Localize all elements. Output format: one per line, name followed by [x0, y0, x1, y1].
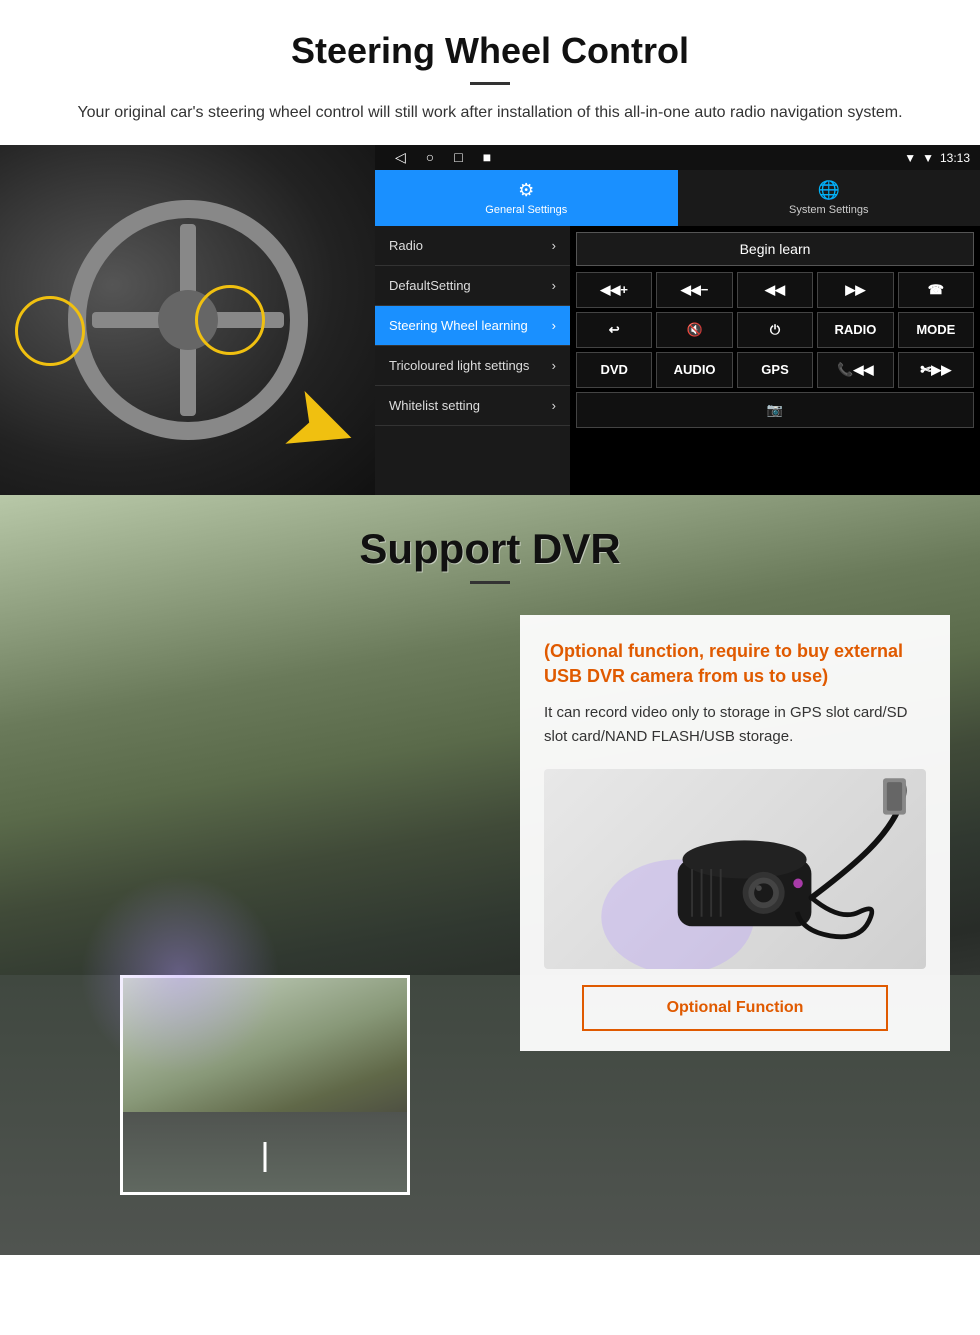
- ctrl-row-4: 📷: [576, 392, 974, 428]
- menu-item-steering-learning[interactable]: Steering Wheel learning ›: [375, 306, 570, 346]
- dvr-product-image: [544, 769, 926, 969]
- ctrl-vol-up[interactable]: ◀◀+: [576, 272, 652, 308]
- menu-default-chevron-icon: ›: [552, 278, 556, 293]
- android-control-area: Begin learn ◀◀+ ◀◀− ◀◀ ▶▶ ☎ ↩ 🔇 ⏻ RADIO: [570, 226, 980, 495]
- dvr-camera-svg: [544, 769, 926, 969]
- tab-system-settings[interactable]: 🌐 System Settings: [678, 170, 980, 226]
- menu-tricolour-label: Tricoloured light settings: [389, 358, 529, 373]
- ctrl-audio[interactable]: AUDIO: [656, 352, 732, 388]
- ctrl-prev[interactable]: ◀◀: [737, 272, 813, 308]
- tab-general-label: General Settings: [485, 204, 567, 216]
- ctrl-phone-prev[interactable]: 📞◀◀: [817, 352, 893, 388]
- sw-highlight-left: [15, 296, 85, 366]
- dvr-info-description: It can record video only to storage in G…: [544, 701, 926, 749]
- steering-wheel: [68, 200, 308, 440]
- menu-steering-chevron-icon: ›: [552, 318, 556, 333]
- menu-whitelist-chevron-icon: ›: [552, 398, 556, 413]
- tab-system-label: System Settings: [789, 204, 868, 216]
- dvr-info-title: (Optional function, require to buy exter…: [544, 639, 926, 689]
- menu-tricolour-chevron-icon: ›: [552, 358, 556, 373]
- dvr-thumb-road: [123, 1112, 407, 1192]
- ctrl-row-3: DVD AUDIO GPS 📞◀◀ ✄▶▶: [576, 352, 974, 388]
- ctrl-radio[interactable]: RADIO: [817, 312, 893, 348]
- menu-item-tricolour[interactable]: Tricoloured light settings ›: [375, 346, 570, 386]
- ctrl-mode[interactable]: MODE: [898, 312, 974, 348]
- android-ui-panel: ◁ ○ □ ■ ▼ ▼ 13:13 ⚙ General Settings 🌐 S…: [375, 145, 980, 495]
- dvr-thumb-road-line: [264, 1142, 267, 1172]
- steering-photo-bg: ➤: [0, 145, 375, 495]
- sw-highlight-right: [195, 285, 265, 355]
- ctrl-mute[interactable]: 🔇: [656, 312, 732, 348]
- menu-item-whitelist[interactable]: Whitelist setting ›: [375, 386, 570, 426]
- menu-item-default[interactable]: DefaultSetting ›: [375, 266, 570, 306]
- menu-steering-label: Steering Wheel learning: [389, 318, 528, 333]
- android-body: Radio › DefaultSetting › Steering Wheel …: [375, 226, 980, 495]
- dvr-header: Support DVR: [0, 495, 980, 584]
- menu-radio-label: Radio: [389, 238, 423, 253]
- ctrl-hangup[interactable]: ↩: [576, 312, 652, 348]
- nav-home-icon[interactable]: ○: [426, 149, 434, 166]
- wifi-icon: ▼: [904, 151, 916, 165]
- ctrl-next[interactable]: ▶▶: [817, 272, 893, 308]
- nav-recent-icon[interactable]: □: [454, 149, 462, 166]
- ctrl-camera[interactable]: 📷: [576, 392, 974, 428]
- dvr-info-card: (Optional function, require to buy exter…: [520, 615, 950, 1051]
- ctrl-gps[interactable]: GPS: [737, 352, 813, 388]
- steering-photo: ➤: [0, 145, 375, 495]
- section1-description: Your original car's steering wheel contr…: [60, 101, 920, 125]
- ctrl-power[interactable]: ⏻: [737, 312, 813, 348]
- section1-divider: [470, 82, 510, 85]
- steering-content-area: ➤ ◁ ○ □ ■ ▼ ▼ 13:13 ⚙ General Settings 🌐: [0, 145, 980, 495]
- ctrl-vol-down[interactable]: ◀◀−: [656, 272, 732, 308]
- dvr-section: Support DVR (Optional function, require …: [0, 495, 980, 1255]
- signal-icon: ▼: [922, 151, 934, 165]
- dvr-divider: [470, 581, 510, 584]
- section1-title: Steering Wheel Control: [40, 30, 940, 72]
- control-button-grid: ◀◀+ ◀◀− ◀◀ ▶▶ ☎ ↩ 🔇 ⏻ RADIO MODE DV: [576, 272, 974, 428]
- menu-whitelist-label: Whitelist setting: [389, 398, 480, 413]
- section2-title: Support DVR: [0, 525, 980, 573]
- begin-learn-row: Begin learn: [576, 232, 974, 266]
- optional-function-button[interactable]: Optional Function: [582, 985, 888, 1031]
- nav-menu-icon[interactable]: ■: [483, 149, 491, 166]
- menu-radio-chevron-icon: ›: [552, 238, 556, 253]
- ctrl-dvd[interactable]: DVD: [576, 352, 652, 388]
- android-nav-buttons: ◁ ○ □ ■: [385, 149, 491, 166]
- android-tabs: ⚙ General Settings 🌐 System Settings: [375, 170, 980, 226]
- nav-back-icon[interactable]: ◁: [395, 149, 406, 166]
- ctrl-phone[interactable]: ☎: [898, 272, 974, 308]
- android-status-bar: ◁ ○ □ ■ ▼ ▼ 13:13: [375, 145, 980, 170]
- settings-gear-icon: ⚙: [518, 180, 534, 201]
- android-menu-list: Radio › DefaultSetting › Steering Wheel …: [375, 226, 570, 495]
- steering-section: Steering Wheel Control Your original car…: [0, 0, 980, 125]
- status-time: 13:13: [940, 151, 970, 165]
- settings-globe-icon: 🌐: [818, 180, 840, 201]
- tab-general-settings[interactable]: ⚙ General Settings: [375, 170, 678, 226]
- ctrl-row-1: ◀◀+ ◀◀− ◀◀ ▶▶ ☎: [576, 272, 974, 308]
- begin-learn-button[interactable]: Begin learn: [576, 232, 974, 266]
- dvr-light-beam: [80, 875, 280, 1075]
- ctrl-row-2: ↩ 🔇 ⏻ RADIO MODE: [576, 312, 974, 348]
- ctrl-cut-next[interactable]: ✄▶▶: [898, 352, 974, 388]
- menu-item-radio[interactable]: Radio ›: [375, 226, 570, 266]
- menu-default-label: DefaultSetting: [389, 278, 471, 293]
